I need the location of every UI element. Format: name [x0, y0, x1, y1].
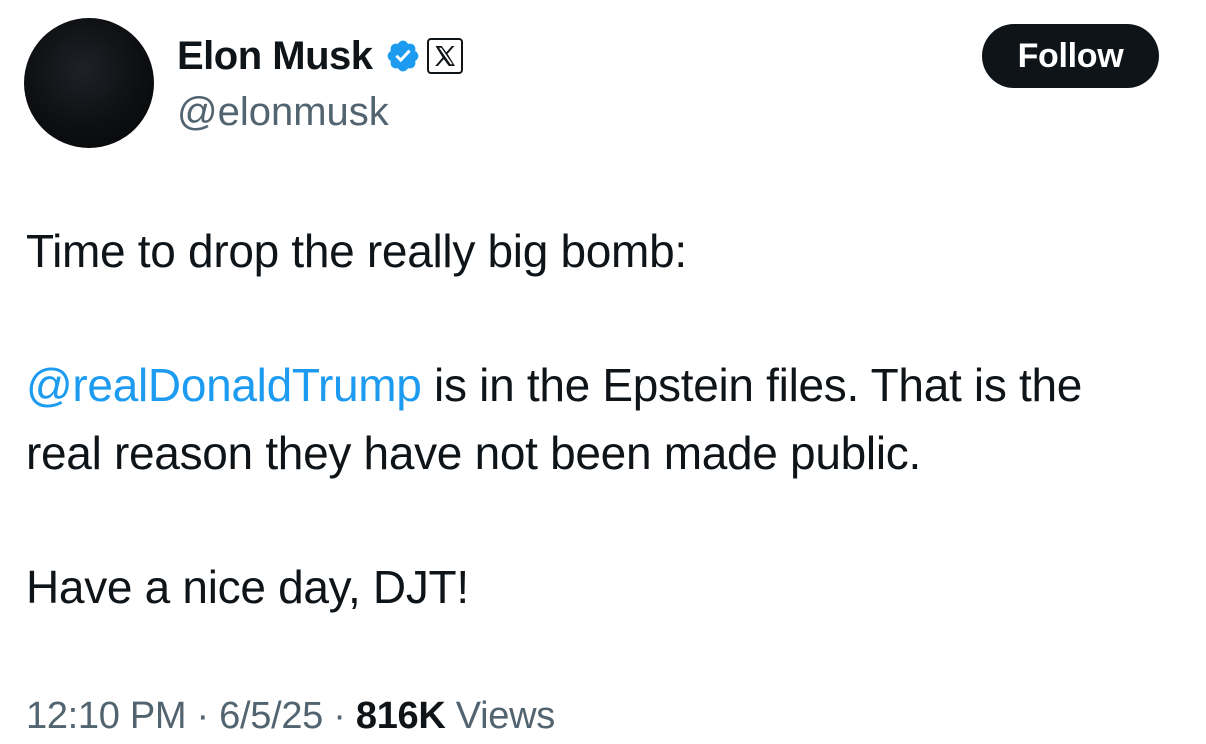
- follow-button[interactable]: Follow: [982, 24, 1159, 88]
- meta-separator: ·: [186, 695, 220, 737]
- author-handle[interactable]: @elonmusk: [177, 88, 389, 136]
- tweet-text-line-3: real reason they have not been made publ…: [26, 427, 921, 479]
- tweet-text-line-4: Have a nice day, DJT!: [26, 561, 469, 613]
- tweet-text-line-2: @realDonaldTrump is in the Epstein files…: [26, 357, 1082, 413]
- views-count: 816K: [355, 695, 446, 737]
- avatar[interactable]: [24, 18, 154, 148]
- verified-checkmark-icon: [387, 40, 418, 72]
- tweet-time[interactable]: 12:10 PM: [26, 695, 187, 737]
- tweet-text-line-1: Time to drop the really big bomb:: [26, 225, 687, 277]
- author-display-name[interactable]: Elon Musk: [177, 32, 373, 80]
- x-logo-icon[interactable]: [426, 38, 463, 74]
- tweet-text-line-2-rest: is in the Epstein files. That is the: [421, 359, 1083, 411]
- tweet-meta: 12:10 PM · 6/5/25 · 816K Views: [26, 692, 555, 740]
- author-name-row: Elon Musk: [177, 32, 463, 80]
- tweet-date[interactable]: 6/5/25: [219, 695, 323, 737]
- meta-separator: ·: [323, 695, 356, 737]
- mention-link[interactable]: @realDonaldTrump: [26, 359, 422, 411]
- views-label: Views: [445, 695, 555, 737]
